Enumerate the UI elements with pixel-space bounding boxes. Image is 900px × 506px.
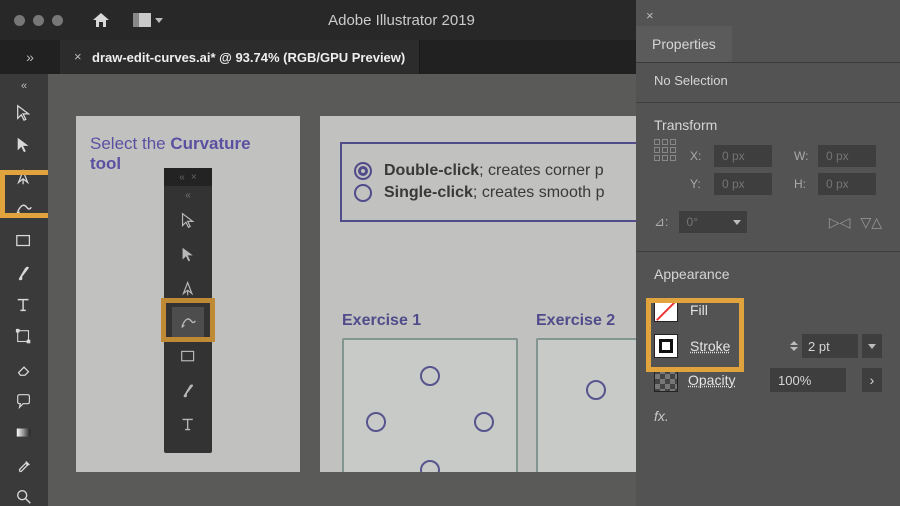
stroke-swatch[interactable]: [654, 334, 678, 358]
rotate-icon: ⊿:: [654, 214, 669, 230]
type-tool[interactable]: [8, 290, 40, 320]
doc-arrange-toggle[interactable]: »: [0, 40, 60, 74]
maximize-window[interactable]: [52, 15, 63, 26]
stroke-weight-field[interactable]: 2 pt: [802, 334, 858, 358]
selection-status: No Selection: [636, 63, 900, 103]
home-button[interactable]: [89, 8, 113, 32]
opacity-label[interactable]: Opacity: [688, 372, 735, 388]
curvature-tool[interactable]: [8, 194, 40, 224]
opacity-field[interactable]: 100%: [770, 368, 846, 392]
collapse-toolbar[interactable]: «: [21, 80, 27, 92]
x-label: X:: [690, 149, 704, 163]
fill-swatch[interactable]: [654, 298, 678, 322]
window-controls[interactable]: [14, 15, 63, 26]
stroke-row: Stroke 2 pt: [654, 328, 882, 364]
flip-vertical-button[interactable]: ▽△: [860, 214, 882, 231]
chevron-down-icon: [733, 220, 741, 225]
document-tab[interactable]: × draw-edit-curves.ai* @ 93.74% (RGB/GPU…: [60, 40, 420, 74]
document-tabbar: » × draw-edit-curves.ai* @ 93.74% (RGB/G…: [0, 40, 636, 74]
direct-selection-tool[interactable]: [8, 130, 40, 160]
close-panel-icon[interactable]: ×: [646, 8, 654, 23]
fill-label: Fill: [690, 302, 708, 318]
h-label: H:: [794, 177, 808, 191]
w-label: W:: [794, 149, 808, 163]
appearance-section: Appearance Fill Stroke 2 pt Opacity 100%…: [636, 252, 900, 438]
fill-row: Fill: [654, 292, 882, 328]
paintbrush-tool[interactable]: [8, 258, 40, 288]
panel-tabs: Properties: [636, 26, 900, 63]
tools-panel: «: [0, 74, 48, 506]
properties-panel: × Properties No Selection Transform X: W…: [636, 0, 900, 506]
flip-horizontal-button[interactable]: ▷◁: [829, 214, 851, 231]
symbol-sprayer-tool[interactable]: [8, 386, 40, 416]
minimize-window[interactable]: [33, 15, 44, 26]
canvas-dim-overlay: [48, 74, 636, 506]
eraser-tool[interactable]: [8, 354, 40, 384]
rectangle-tool[interactable]: [8, 226, 40, 256]
stroke-weight-dropdown[interactable]: [862, 334, 882, 358]
selection-tool[interactable]: [8, 98, 40, 128]
opacity-row: Opacity 100% ›: [654, 368, 882, 392]
properties-tab[interactable]: Properties: [636, 26, 732, 62]
opacity-swatch-icon[interactable]: [654, 368, 678, 392]
document-tab-label: draw-edit-curves.ai* @ 93.74% (RGB/GPU P…: [92, 50, 405, 65]
workspace-switcher[interactable]: [133, 13, 163, 27]
y-field[interactable]: [714, 173, 772, 195]
y-label: Y:: [690, 177, 704, 191]
w-field[interactable]: [818, 145, 876, 167]
reference-point-grid[interactable]: [654, 139, 676, 161]
rotate-field[interactable]: [679, 211, 747, 233]
transform-section: Transform X: W: Y: H:: [636, 103, 900, 252]
workspace-icon: [133, 13, 151, 27]
canvas-area[interactable]: Select the Curvature tool «× « Double-cl…: [48, 74, 636, 506]
zoom-tool[interactable]: [8, 482, 40, 506]
free-transform-tool[interactable]: [8, 322, 40, 352]
stroke-weight-stepper[interactable]: [790, 341, 798, 351]
x-field[interactable]: [714, 145, 772, 167]
appearance-title: Appearance: [654, 266, 882, 282]
stroke-label[interactable]: Stroke: [690, 338, 730, 354]
opacity-more-button[interactable]: ›: [862, 368, 882, 392]
h-field[interactable]: [818, 173, 876, 195]
pen-tool[interactable]: [8, 162, 40, 192]
close-tab-icon[interactable]: ×: [74, 52, 84, 62]
transform-title: Transform: [654, 117, 882, 133]
gradient-tool[interactable]: [8, 418, 40, 448]
close-window[interactable]: [14, 15, 25, 26]
fx-label[interactable]: fx.: [654, 408, 882, 424]
eyedropper-tool[interactable]: [8, 450, 40, 480]
chevron-down-icon: [155, 18, 163, 23]
